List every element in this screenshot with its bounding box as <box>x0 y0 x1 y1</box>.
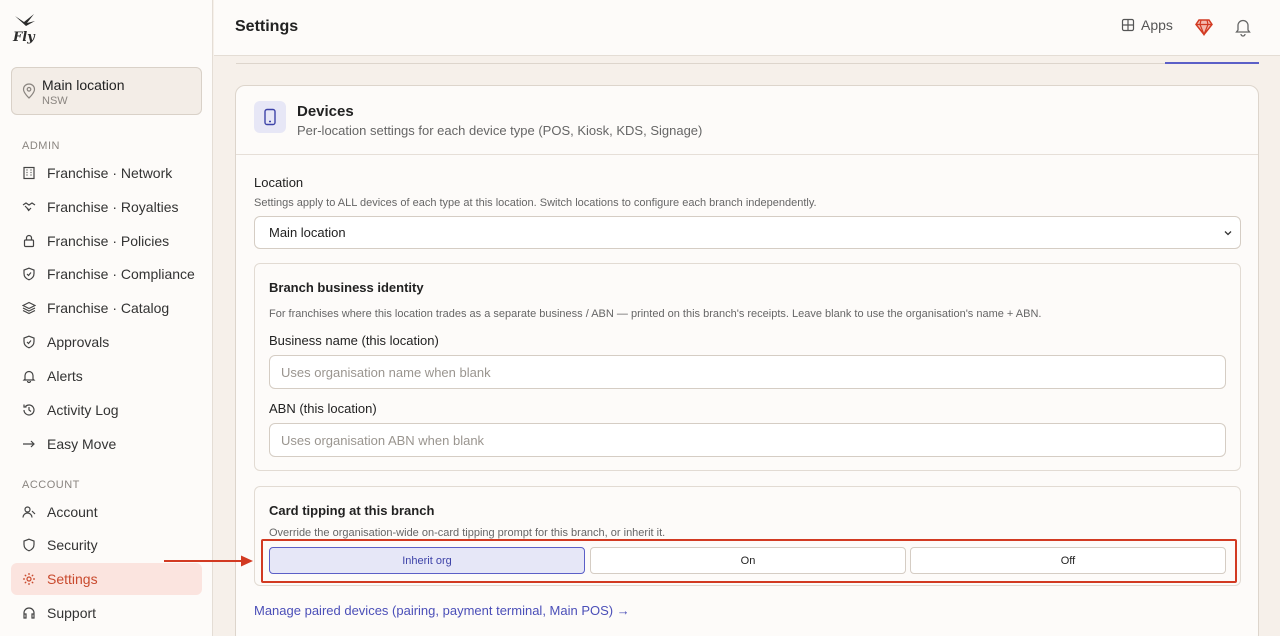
sidebar-item-label: Activity Log <box>47 402 119 418</box>
headset-icon <box>23 607 35 619</box>
apps-button[interactable]: Apps <box>1121 17 1173 33</box>
tab-bar-divider <box>236 63 1258 64</box>
sidebar-item-account[interactable]: Account <box>11 496 202 528</box>
sidebar-item-franchise-catalog[interactable]: Franchise · Catalog <box>11 292 202 324</box>
lock-icon <box>23 234 35 248</box>
location-select-value: Main location <box>269 225 346 240</box>
layers-icon <box>22 301 36 315</box>
map-pin-icon <box>22 83 36 99</box>
apps-label: Apps <box>1141 17 1173 33</box>
sidebar-item-label: Easy Move <box>47 436 117 452</box>
devices-subtitle: Per-location settings for each device ty… <box>297 123 703 138</box>
tipping-option-on[interactable]: On <box>590 547 906 574</box>
sidebar-item-label: Settings <box>47 571 98 587</box>
gear-icon <box>23 573 35 585</box>
branch-identity-panel: Branch business identity For franchises … <box>254 263 1241 471</box>
abn-label: ABN (this location) <box>269 401 377 416</box>
shield-icon <box>23 267 35 281</box>
shield-icon <box>23 538 35 552</box>
sidebar-item-franchise-network[interactable]: Franchise · Network <box>11 157 202 189</box>
sidebar-item-franchise-royalties[interactable]: Franchise · Royalties <box>11 191 202 223</box>
building-icon <box>23 166 35 180</box>
sidebar-item-alerts[interactable]: Alerts <box>11 360 202 392</box>
tipping-option-inherit-org[interactable]: Inherit org <box>269 547 585 574</box>
sidebar-item-label: Franchise · Network <box>47 165 173 181</box>
sidebar: Fly Main location NSW ADMIN Franchise · … <box>0 0 213 636</box>
fly-logo[interactable]: Fly <box>12 12 38 45</box>
manage-paired-devices-link[interactable]: Manage paired devices (pairing, payment … <box>254 603 630 618</box>
sidebar-item-franchise-policies[interactable]: Franchise · Policies <box>11 225 202 257</box>
grid-icon <box>1121 18 1135 32</box>
sidebar-item-label: Security <box>47 537 98 553</box>
shield-check-icon <box>23 335 35 349</box>
account-section-label: ACCOUNT <box>22 479 80 491</box>
sidebar-item-label: Franchise · Compliance <box>47 266 195 282</box>
page-title: Settings <box>235 18 299 35</box>
active-tab-indicator <box>1165 62 1259 64</box>
location-help: Settings apply to ALL devices of each ty… <box>254 197 817 209</box>
tipping-option-off[interactable]: Off <box>910 547 1226 574</box>
location-label: Location <box>254 175 304 190</box>
admin-section-label: ADMIN <box>22 140 60 152</box>
location-region: NSW <box>42 95 68 107</box>
sidebar-item-label: Approvals <box>47 334 110 350</box>
arrow-right-icon <box>23 440 35 448</box>
topbar: Settings Apps <box>214 0 1280 56</box>
sidebar-item-label: Support <box>47 605 97 621</box>
card-tipping-help: Override the organisation-wide on-card t… <box>269 527 666 539</box>
business-name-input[interactable] <box>269 355 1226 389</box>
sidebar-item-label: Franchise · Catalog <box>47 300 170 316</box>
location-switcher[interactable]: Main location NSW <box>11 67 202 115</box>
abn-input[interactable] <box>269 423 1226 457</box>
annotation-arrow-icon <box>164 555 253 567</box>
location-name: Main location <box>42 77 125 93</box>
notifications-bell-icon[interactable] <box>1234 17 1252 37</box>
tablet-icon <box>264 108 276 126</box>
gem-icon[interactable] <box>1194 17 1214 37</box>
user-icon <box>22 506 36 518</box>
sidebar-item-franchise-compliance[interactable]: Franchise · Compliance <box>11 258 202 290</box>
sidebar-item-easy-move[interactable]: Easy Move <box>11 428 202 460</box>
device-icon-box <box>254 101 286 133</box>
logo-text: Fly <box>12 30 36 44</box>
devices-card-header: Devices Per-location settings for each d… <box>236 86 1258 155</box>
handshake-icon <box>22 202 36 212</box>
sidebar-item-label: Account <box>47 504 98 520</box>
sidebar-item-activity-log[interactable]: Activity Log <box>11 394 202 426</box>
card-tipping-title: Card tipping at this branch <box>269 503 435 518</box>
chevron-down-icon <box>1224 231 1232 236</box>
branch-identity-title: Branch business identity <box>269 280 424 295</box>
devices-title: Devices <box>297 103 354 120</box>
devices-card: Devices Per-location settings for each d… <box>235 85 1259 636</box>
business-name-label: Business name (this location) <box>269 333 439 348</box>
sidebar-item-label: Franchise · Policies <box>47 233 170 249</box>
location-select[interactable]: Main location <box>254 216 1241 249</box>
bell-icon <box>22 370 36 383</box>
card-tipping-panel: Card tipping at this branch Override the… <box>254 486 1241 586</box>
sidebar-item-label: Franchise · Royalties <box>47 199 179 215</box>
sidebar-item-label: Alerts <box>47 368 83 384</box>
history-icon <box>23 404 35 416</box>
branch-identity-help: For franchises where this location trade… <box>269 308 1042 320</box>
sidebar-item-approvals[interactable]: Approvals <box>11 326 202 358</box>
sidebar-item-support[interactable]: Support <box>11 597 202 629</box>
